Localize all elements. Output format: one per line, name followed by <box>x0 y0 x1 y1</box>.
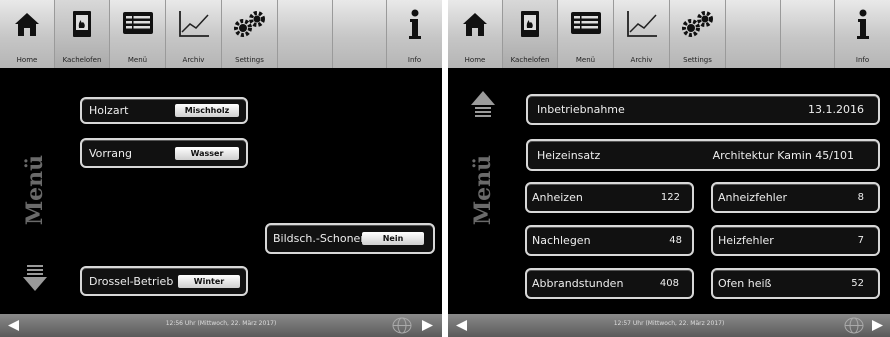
toolbar-kachelofen-button[interactable]: Kachelofen <box>55 0 110 68</box>
toolbar-blank-1 <box>278 0 333 68</box>
toolbar-label: Settings <box>235 56 264 64</box>
toolbar-label: Kachelofen <box>510 56 550 64</box>
left-screen: Home Kachelofen Menü Archiv Settings Inf… <box>0 0 442 337</box>
setting-label: Bildsch.-Schoner <box>273 232 365 245</box>
setting-vorrang[interactable]: Vorrang Wasser <box>80 138 248 168</box>
setting-value[interactable]: Wasser <box>175 147 239 160</box>
toolbar-archiv-button[interactable]: Archiv <box>614 0 670 68</box>
stat-label: Ofen heiß <box>718 277 772 290</box>
sidebar-title: Menü <box>470 154 496 226</box>
toolbar-label: Archiv <box>630 56 653 64</box>
chart-icon <box>178 11 209 37</box>
toolbar-home-button[interactable]: Home <box>0 0 55 68</box>
toolbar-label: Settings <box>683 56 712 64</box>
home-icon <box>15 13 39 36</box>
stat-value: 7 <box>857 235 864 246</box>
stat-label: Nachlegen <box>532 234 591 247</box>
toolbar-info-button[interactable]: Info <box>835 0 890 68</box>
toolbar-blank-2 <box>781 0 835 68</box>
stat-value: 8 <box>857 192 864 203</box>
stat-label: Heizfehler <box>718 234 774 247</box>
arrow-right-icon[interactable] <box>871 319 885 332</box>
stat-value: 122 <box>660 192 680 203</box>
status-bar: 12:57 Uhr (Mittwoch, 22. März 2017) <box>448 314 890 337</box>
setting-value[interactable]: Mischholz <box>175 104 239 117</box>
toolbar-settings-button[interactable]: Settings <box>670 0 726 68</box>
toolbar-menu-button[interactable]: Menü <box>110 0 166 68</box>
stove-icon <box>73 11 91 37</box>
toolbar-blank-1 <box>726 0 781 68</box>
toolbar-home-button[interactable]: Home <box>448 0 503 68</box>
setting-bildschirmschoner[interactable]: Bildsch.-Schoner Nein <box>265 223 435 254</box>
info-label: Inbetriebnahme <box>537 103 625 116</box>
toolbar-label: Menü <box>127 56 148 64</box>
menu-list-icon <box>570 12 601 34</box>
setting-label: Vorrang <box>89 146 132 160</box>
stat-label: Anheizen <box>532 191 583 204</box>
info-value: 13.1.2016 <box>808 103 864 116</box>
right-screen: Home Kachelofen Menü Archiv Settings Inf… <box>448 0 890 337</box>
stat-abbrandstunden: Abbrandstunden 408 <box>525 268 694 299</box>
stove-icon <box>521 11 539 37</box>
toolbar-label: Archiv <box>182 56 205 64</box>
toolbar-blank-2 <box>333 0 387 68</box>
toolbar-label: Home <box>16 56 38 64</box>
gear-icon <box>233 11 265 37</box>
stat-anheizfehler: Anheizfehler 8 <box>711 182 880 213</box>
status-time: 12:57 Uhr (Mittwoch, 22. März 2017) <box>613 320 725 327</box>
stat-value: 48 <box>669 235 682 246</box>
toolbar-label: Info <box>855 56 870 64</box>
stat-anheizen: Anheizen 122 <box>525 182 694 213</box>
info-icon <box>408 9 421 39</box>
info-label: Heizeinsatz <box>537 148 601 162</box>
stat-heizfehler: Heizfehler 7 <box>711 225 880 256</box>
scroll-up-icon[interactable] <box>470 90 496 118</box>
stat-value: 408 <box>659 278 679 289</box>
setting-holzart[interactable]: Holzart Mischholz <box>80 97 248 124</box>
globe-icon[interactable] <box>392 317 412 334</box>
setting-value[interactable]: Nein <box>362 232 424 245</box>
sidebar: Menü <box>448 68 518 314</box>
toolbar-label: Info <box>407 56 422 64</box>
home-icon <box>463 13 487 36</box>
toolbar: Home Kachelofen Menü Archiv Settings Inf… <box>448 0 890 68</box>
status-time: 12:56 Uhr (Mittwoch, 22. März 2017) <box>165 320 277 327</box>
globe-icon[interactable] <box>844 317 864 334</box>
info-value: Architektur Kamin 45/101 <box>712 148 854 162</box>
info-icon <box>856 9 869 39</box>
toolbar-menu-button[interactable]: Menü <box>558 0 614 68</box>
info-inbetriebnahme: Inbetriebnahme 13.1.2016 <box>526 94 880 125</box>
toolbar-label: Menü <box>575 56 596 64</box>
chart-icon <box>626 11 657 37</box>
sidebar-title: Menü <box>22 154 48 226</box>
setting-drossel-betrieb[interactable]: Drossel-Betrieb Winter <box>80 266 248 296</box>
scroll-down-icon[interactable] <box>22 264 48 292</box>
arrow-right-icon[interactable] <box>421 319 435 332</box>
status-bar: 12:56 Uhr (Mittwoch, 22. März 2017) <box>0 314 442 337</box>
menu-list-icon <box>122 12 153 34</box>
stat-value: 52 <box>851 278 864 289</box>
setting-label: Holzart <box>89 104 129 117</box>
stat-label: Abbrandstunden <box>532 277 624 290</box>
stat-label: Anheizfehler <box>718 191 788 204</box>
toolbar: Home Kachelofen Menü Archiv Settings Inf… <box>0 0 442 68</box>
info-heizeinsatz: Heizeinsatz Architektur Kamin 45/101 <box>526 139 880 171</box>
toolbar-archiv-button[interactable]: Archiv <box>166 0 222 68</box>
stat-nachlegen: Nachlegen 48 <box>525 225 694 256</box>
stat-ofen-heiss: Ofen heiß 52 <box>711 268 880 299</box>
toolbar-label: Home <box>464 56 486 64</box>
toolbar-kachelofen-button[interactable]: Kachelofen <box>503 0 558 68</box>
sidebar: Menü <box>0 68 70 314</box>
toolbar-info-button[interactable]: Info <box>387 0 442 68</box>
toolbar-label: Kachelofen <box>62 56 102 64</box>
setting-value[interactable]: Winter <box>178 275 240 288</box>
setting-label: Drossel-Betrieb <box>89 274 174 288</box>
gear-icon <box>681 11 713 37</box>
toolbar-settings-button[interactable]: Settings <box>222 0 278 68</box>
